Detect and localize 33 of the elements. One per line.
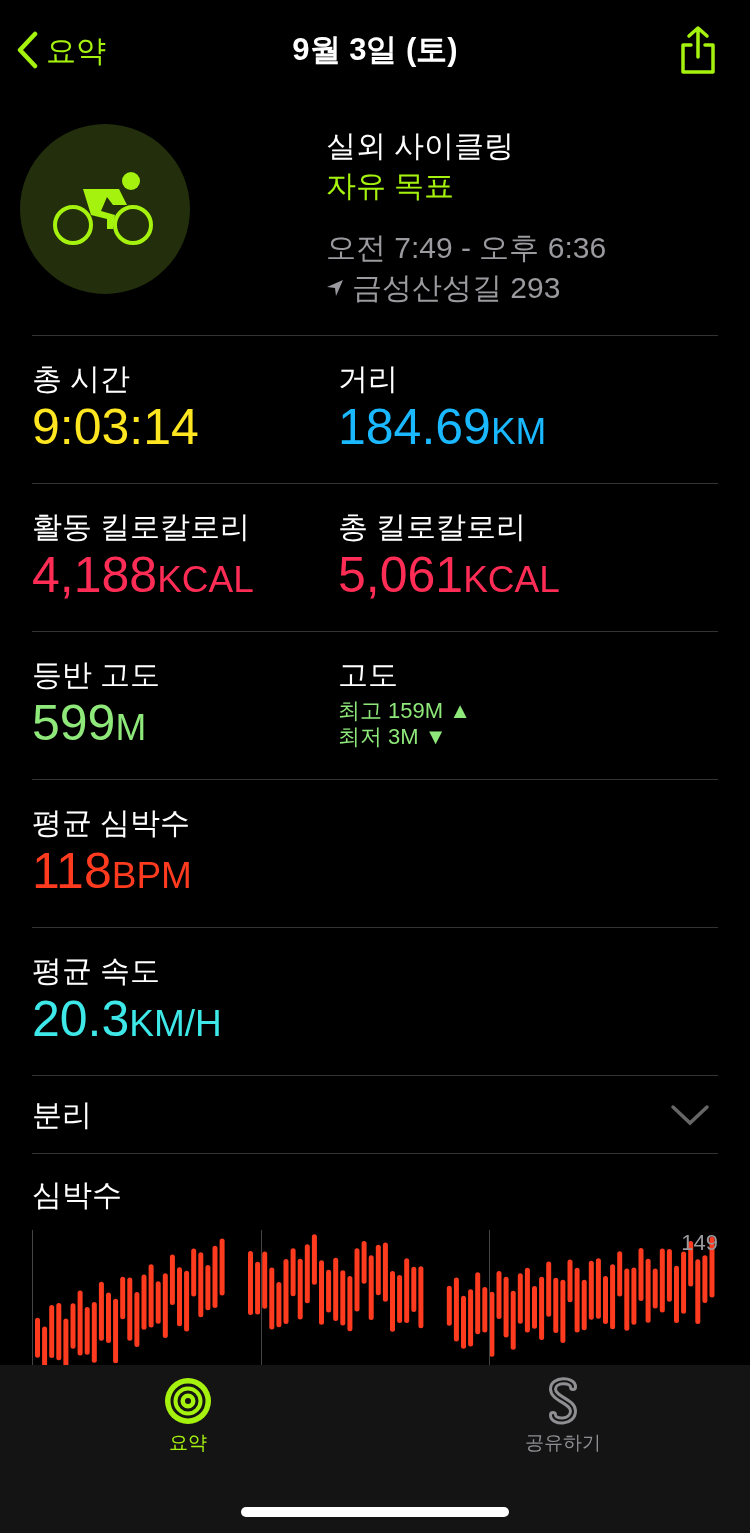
metric-label: 총 시간 (32, 361, 132, 397)
metric-label: 총 킬로칼로리 (338, 509, 528, 545)
metric-value: 4,188KCAL (32, 546, 255, 605)
chevron-down-icon (670, 1102, 710, 1127)
metric-value: 9:03:14 (32, 398, 200, 457)
page-title: 9월 3일 (토) (292, 30, 458, 69)
tab-bar-item[interactable]: 요약 (0, 1377, 375, 1458)
metric-label: 평균 심박수 (32, 805, 192, 841)
workout-goal: 자유 목표 (326, 168, 456, 204)
activity-rings-icon (163, 1377, 212, 1425)
back-button[interactable]: 요약 (16, 27, 106, 73)
tab-bar-item[interactable]: 공유하기 (375, 1377, 750, 1458)
metric-value: 599M (32, 694, 148, 753)
metric-label: 거리 (338, 361, 399, 397)
location-arrow-icon (326, 279, 344, 297)
metric-label: 평균 속도 (32, 953, 162, 989)
workout-time-range: 오전 7:49 - 오후 6:36 (326, 230, 607, 266)
share-icon (678, 25, 718, 75)
share-button[interactable] (678, 25, 718, 75)
metric-label: 등반 고도 (32, 657, 162, 693)
chart-title: 심박수 (32, 1177, 123, 1213)
workout-location: 금성산성길 293 (352, 270, 561, 306)
metric-label: 고도 (338, 657, 399, 693)
splits-row[interactable]: 분리 (32, 1076, 718, 1154)
elevation-low: 최저 3M ▼ (338, 724, 448, 750)
metric-value: 5,061KCAL (338, 546, 561, 605)
elevation-high: 최고 159M ▲ (338, 698, 473, 724)
metric-value: 20.3KM/H (32, 990, 223, 1049)
workout-name: 실외 사이클링 (326, 128, 516, 164)
chevron-left-icon (16, 31, 38, 69)
metric-value: 184.69KM (338, 398, 548, 457)
metric-value: 118BPM (32, 842, 193, 901)
metric-label: 활동 킬로칼로리 (32, 509, 252, 545)
